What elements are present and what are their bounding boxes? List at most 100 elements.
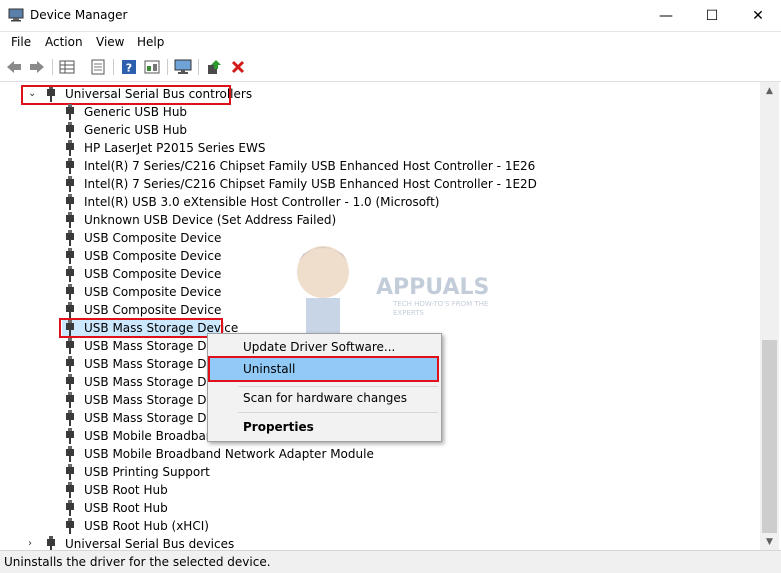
minimize-icon: — — [659, 7, 673, 24]
svg-text:APPUALS: APPUALS — [376, 275, 489, 300]
minimize-button[interactable]: — — [643, 0, 689, 31]
tree-item[interactable]: USB Root Hub (xHCI) — [2, 517, 760, 535]
menu-bar: File Action View Help — [0, 31, 781, 53]
tree-item-label: USB Mobile Broadband Network Adapter Mod… — [84, 447, 374, 461]
uninstall-x-icon[interactable] — [228, 57, 248, 77]
usb-plug-icon — [66, 266, 74, 282]
update-driver-icon[interactable] — [204, 57, 224, 77]
usb-plug-icon — [66, 500, 74, 516]
usb-plug-icon — [66, 248, 74, 264]
usb-plug-icon — [66, 374, 74, 390]
tree-item-label: Intel(R) USB 3.0 eXtensible Host Control… — [84, 195, 440, 209]
watermark-subtext: TECH HOW-TO'S FROM THE EXPERTS — [393, 300, 489, 317]
menu-update-driver[interactable]: Update Driver Software... — [210, 336, 439, 358]
menu-scan-hardware[interactable]: Scan for hardware changes — [210, 387, 439, 409]
scroll-up-icon[interactable]: ▲ — [760, 82, 779, 99]
usb-plug-icon — [66, 302, 74, 318]
usb-plug-icon — [66, 338, 74, 354]
usb-plug-icon — [66, 482, 74, 498]
tree-item-label: Generic USB Hub — [84, 123, 188, 137]
status-bar: Uninstalls the driver for the selected d… — [0, 550, 781, 573]
tree-item[interactable]: USB Root Hub — [2, 481, 760, 499]
maximize-button[interactable]: ☐ — [689, 0, 735, 31]
close-button[interactable]: ✕ — [735, 0, 781, 31]
tree-item[interactable]: Unknown USB Device (Set Address Failed) — [2, 211, 760, 229]
tree-item-label: Unknown USB Device (Set Address Failed) — [84, 213, 337, 227]
usb-plug-icon — [66, 464, 74, 480]
tree-item-label: USB Composite Device — [84, 249, 222, 263]
usb-plug-icon — [66, 410, 74, 426]
usb-plug-icon — [66, 446, 74, 462]
tree-item-label: HP LaserJet P2015 Series EWS — [84, 141, 266, 155]
help-icon[interactable]: ? — [119, 57, 139, 77]
tree-category-usb-devices[interactable]: › Universal Serial Bus devices — [2, 535, 760, 550]
device-manager-icon — [8, 8, 24, 22]
tree-item[interactable]: Intel(R) USB 3.0 eXtensible Host Control… — [2, 193, 760, 211]
context-menu: Update Driver Software... Uninstall Scan… — [207, 333, 442, 442]
category-highlight-box — [21, 85, 231, 105]
usb-plug-icon — [66, 140, 74, 156]
usb-plug-icon — [66, 392, 74, 408]
status-text: Uninstalls the driver for the selected d… — [4, 555, 271, 569]
usb-plug-icon — [66, 158, 74, 174]
tree-item-label: USB Composite Device — [84, 303, 222, 317]
tree-item[interactable]: USB Root Hub — [2, 499, 760, 517]
scroll-thumb[interactable] — [762, 340, 777, 533]
tree-item-label: USB Composite Device — [84, 285, 222, 299]
usb-plug-icon — [47, 536, 55, 550]
list-view-icon[interactable] — [88, 57, 108, 77]
menu-file[interactable]: File — [11, 35, 31, 49]
tree-item-label: Intel(R) 7 Series/C216 Chipset Family US… — [84, 159, 536, 173]
tree-item[interactable]: Intel(R) 7 Series/C216 Chipset Family US… — [2, 157, 760, 175]
title-bar: Device Manager — ☐ ✕ — [0, 0, 781, 32]
tree-item-label: USB Mobile Broadband — [84, 429, 222, 443]
usb-plug-icon — [66, 194, 74, 210]
category-label: Universal Serial Bus devices — [65, 537, 235, 550]
scroll-down-icon[interactable]: ▼ — [760, 533, 779, 550]
usb-plug-icon — [66, 518, 74, 534]
toolbar: ? — [0, 53, 781, 82]
svg-text:?: ? — [126, 62, 132, 75]
tree-item-label: USB Root Hub — [84, 483, 168, 497]
usb-plug-icon — [66, 176, 74, 192]
show-hidden-icon[interactable] — [142, 57, 162, 77]
menu-separator — [238, 412, 438, 413]
tree-item[interactable]: Generic USB Hub — [2, 103, 760, 121]
tree-item[interactable]: Intel(R) 7 Series/C216 Chipset Family US… — [2, 175, 760, 193]
tree-item-label: Intel(R) 7 Series/C216 Chipset Family US… — [84, 177, 537, 191]
menu-view[interactable]: View — [96, 35, 124, 49]
tree-item-label: USB Printing Support — [84, 465, 210, 479]
monitor-icon[interactable] — [173, 57, 193, 77]
menu-properties-label: Properties — [243, 420, 314, 434]
menu-properties[interactable]: Properties — [210, 416, 439, 438]
back-arrow-icon[interactable] — [4, 57, 24, 77]
menu-action[interactable]: Action — [45, 35, 83, 49]
tree-item-label: USB Root Hub (xHCI) — [84, 519, 209, 533]
usb-plug-icon — [66, 104, 74, 120]
uninstall-highlight-box — [208, 356, 439, 382]
toolbar-separator — [113, 59, 114, 75]
toolbar-separator — [52, 59, 53, 75]
usb-plug-icon — [66, 356, 74, 372]
tree-item[interactable]: Generic USB Hub — [2, 121, 760, 139]
usb-plug-icon — [66, 284, 74, 300]
toolbar-separator — [167, 59, 168, 75]
tree-item-label: USB Root Hub — [84, 501, 168, 515]
properties-grid-icon[interactable] — [57, 57, 77, 77]
usb-plug-icon — [66, 428, 74, 444]
tree-item-label: USB Composite Device — [84, 267, 222, 281]
close-icon: ✕ — [752, 7, 764, 24]
window-title: Device Manager — [30, 8, 128, 22]
tree-item[interactable]: USB Printing Support — [2, 463, 760, 481]
maximize-icon: ☐ — [705, 7, 719, 24]
vertical-scrollbar[interactable]: ▲ ▼ — [760, 82, 779, 550]
forward-arrow-icon[interactable] — [27, 57, 47, 77]
usb-plug-icon — [66, 230, 74, 246]
usb-plug-icon — [66, 212, 74, 228]
tree-item[interactable]: USB Mobile Broadband Network Adapter Mod… — [2, 445, 760, 463]
menu-scan-label: Scan for hardware changes — [243, 391, 408, 405]
tree-item[interactable]: HP LaserJet P2015 Series EWS — [2, 139, 760, 157]
menu-help[interactable]: Help — [137, 35, 164, 49]
chevron-right-icon[interactable]: › — [28, 538, 38, 549]
appuals-watermark: APPUALS — [297, 246, 489, 338]
